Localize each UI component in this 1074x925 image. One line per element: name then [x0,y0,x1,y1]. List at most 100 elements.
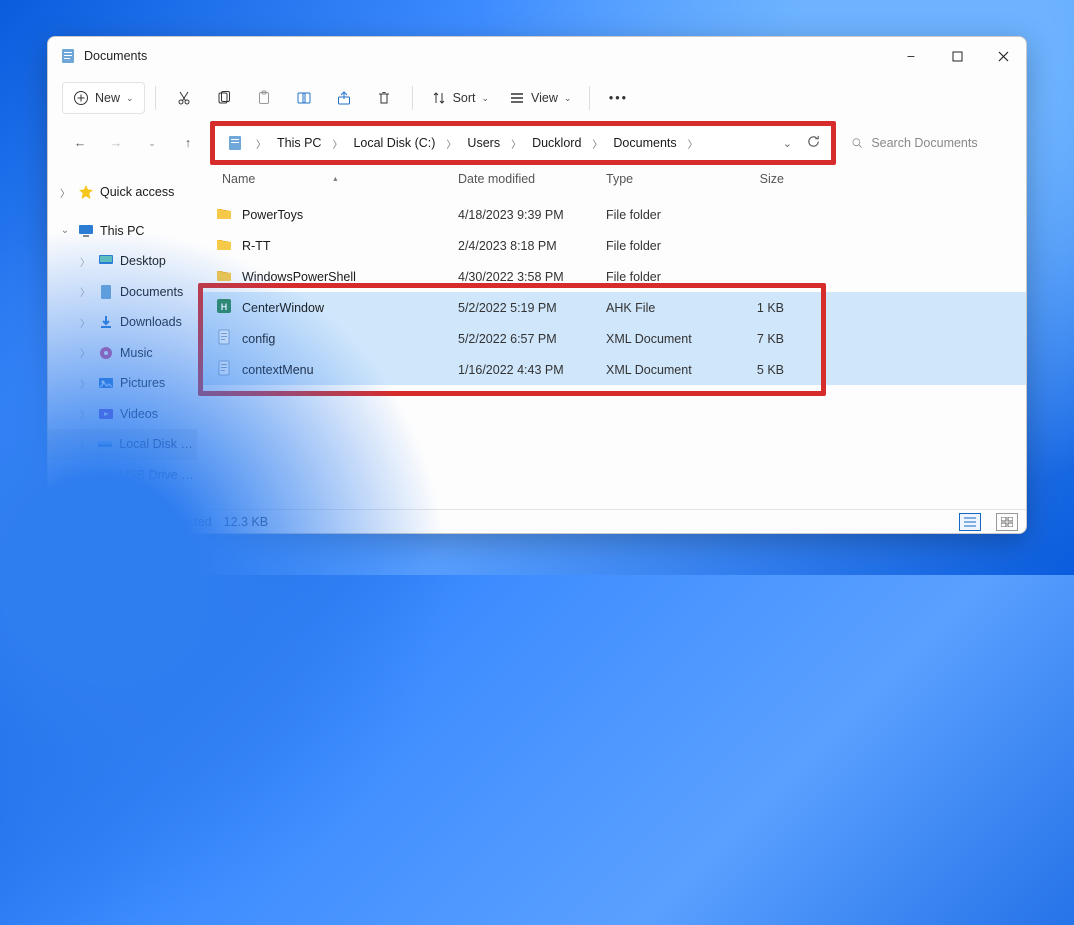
music-icon [98,345,114,361]
up-button[interactable]: ↑ [174,129,202,157]
file-date: 5/2/2022 6:57 PM [458,332,606,346]
sort-button[interactable]: Sort ⌄ [423,82,497,114]
chevron-right-icon[interactable]: 〉 [589,136,605,151]
command-bar: New ⌄ Sort ⌄ View ⌄ ••• [48,75,1026,121]
file-name: WindowsPowerShell [242,270,356,284]
crumb-ducklord[interactable]: Ducklord [528,134,585,152]
chevron-right-icon[interactable]: 〉 [253,136,269,151]
share-icon [336,90,352,106]
file-row[interactable]: WindowsPowerShell4/30/2022 3:58 PMFile f… [198,261,1026,292]
chevron-right-icon[interactable]: 〉 [329,136,345,151]
crumb-documents[interactable]: Documents [609,134,680,152]
status-selected-count: 3 items selected [121,515,211,529]
forward-button[interactable]: → [102,129,130,157]
pictures-icon [98,375,114,391]
back-button[interactable]: ← [66,129,94,157]
paste-button[interactable] [246,82,282,114]
file-row[interactable]: R-TT2/4/2023 8:18 PMFile folder [198,230,1026,261]
view-list-icon [509,90,525,106]
file-row[interactable]: HCenterWindow5/2/2022 5:19 PMAHK File1 K… [198,292,1026,323]
column-headers[interactable]: Name▴ Date modified Type Size [198,165,1026,193]
close-button[interactable] [980,40,1026,72]
tree-quick-access[interactable]: 〉 Quick access [48,177,197,208]
maximize-button[interactable] [934,40,980,72]
search-icon [851,136,863,150]
tree-music[interactable]: 〉 Music [48,338,197,369]
tree-pictures[interactable]: 〉 Pictures [48,368,197,399]
address-bar[interactable]: 〉 This PC 〉 Local Disk (C:) 〉 Users 〉 Du… [210,121,836,165]
col-size[interactable]: Size [720,172,792,186]
file-row[interactable]: PowerToys4/18/2023 9:39 PMFile folder [198,199,1026,230]
document-icon [227,135,243,151]
status-item-count: 6 items [56,515,96,529]
more-button[interactable]: ••• [600,82,636,114]
document-icon [60,48,76,64]
file-type: XML Document [606,332,720,346]
file-size: 5 KB [720,363,792,377]
sort-icon [431,90,447,106]
tree-videos[interactable]: 〉 Videos [48,399,197,430]
new-button[interactable]: New ⌄ [62,82,145,114]
usb-drive-icon [97,467,113,483]
chevron-down-icon: ⌄ [564,93,572,104]
chevron-right-icon[interactable]: 〉 [443,136,459,151]
folder-icon [216,205,232,224]
ahk-icon: H [216,298,232,317]
file-name: config [242,332,275,346]
view-button[interactable]: View ⌄ [501,82,579,114]
crumb-local-disk[interactable]: Local Disk (C:) [349,134,439,152]
chevron-down-icon[interactable]: ⌄ [783,137,792,150]
document-icon [98,284,114,300]
col-type[interactable]: Type [606,172,720,186]
file-row[interactable]: contextMenu1/16/2022 4:43 PMXML Document… [198,354,1026,385]
tree-downloads[interactable]: 〉 Downloads [48,307,197,338]
tree-desktop[interactable]: 〉 Desktop [48,246,197,277]
file-row[interactable]: config 5/2/2022 6:57 PMXML Document7 KB [198,323,1026,354]
share-button[interactable] [326,82,362,114]
paste-icon [256,90,272,106]
title-bar[interactable]: Documents – [48,37,1026,75]
tree-usb-drive[interactable]: 〉 USB Drive (E:) [48,460,197,491]
recent-button[interactable]: ⌄ [138,129,166,157]
crumb-users[interactable]: Users [463,134,504,152]
col-date[interactable]: Date modified [458,172,606,186]
navigation-pane[interactable]: 〉 Quick access ⌄ This PC 〉 Desktop 〉 Doc… [48,165,198,509]
minimize-button[interactable]: – [888,40,934,72]
file-name: R-TT [242,239,270,253]
delete-button[interactable] [366,82,402,114]
rename-icon [296,90,312,106]
scissors-icon [176,90,192,106]
rename-button[interactable] [286,82,322,114]
tree-documents[interactable]: 〉 Documents [48,277,197,308]
cut-button[interactable] [166,82,202,114]
file-name: CenterWindow [242,301,324,315]
file-explorer-window: Documents – New ⌄ Sort ⌄ View ⌄ ••• [47,36,1027,534]
grid-icon [1001,517,1013,527]
copy-button[interactable] [206,82,242,114]
search-box[interactable] [844,128,1014,158]
chevron-down-icon: ⌄ [58,225,72,236]
crumb-this-pc[interactable]: This PC [273,134,325,152]
thumbnails-view-button[interactable] [996,513,1018,531]
file-size: 7 KB [720,332,792,346]
plus-circle-icon [73,90,89,106]
tree-this-pc[interactable]: ⌄ This PC [48,216,197,247]
tree-local-disk[interactable]: 〉 Local Disk (C:) [48,429,197,460]
chevron-right-icon[interactable]: 〉 [685,136,701,151]
file-type: File folder [606,270,720,284]
download-icon [98,314,114,330]
file-list[interactable]: Name▴ Date modified Type Size PowerToys4… [198,165,1026,509]
chevron-right-icon: 〉 [58,185,72,200]
star-icon [78,184,94,200]
status-selected-size: 12.3 KB [224,515,268,529]
refresh-button[interactable] [806,134,821,152]
chevron-down-icon: ⌄ [482,93,490,104]
chevron-right-icon[interactable]: 〉 [508,136,524,151]
xml-icon [216,360,232,379]
details-view-button[interactable] [959,513,981,531]
desktop-icon [98,253,114,269]
window-title: Documents [84,49,147,63]
search-input[interactable] [869,135,1007,151]
address-row: ← → ⌄ ↑ 〉 This PC 〉 Local Disk (C:) 〉 Us… [48,121,1026,165]
col-name[interactable]: Name [222,172,255,186]
